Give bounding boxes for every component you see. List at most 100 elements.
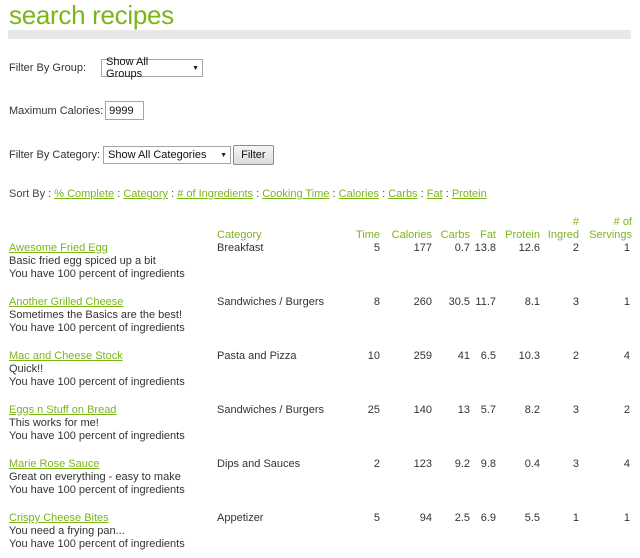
recipe-ingredient-percent: You have 100 percent of ingredients — [9, 430, 185, 442]
recipe-time: 5 — [373, 512, 380, 524]
column-header-fat: Fat — [480, 229, 496, 241]
sort-num-ingredients[interactable]: # of Ingredients — [177, 188, 253, 200]
calories-label: Maximum Calories: — [9, 104, 104, 117]
recipe-description: Basic fried egg spiced up a bit — [9, 255, 156, 267]
recipe-servings: 4 — [623, 350, 630, 362]
group-filter-label: Filter By Group: — [9, 62, 87, 74]
recipe-category: Appetizer — [217, 512, 264, 524]
column-header-servings-line2: Servings — [589, 229, 632, 241]
sort-separator: : — [171, 188, 175, 200]
recipe-protein: 8.2 — [524, 404, 540, 416]
sort-by-label: Sort By : — [9, 188, 52, 200]
recipe-ingredient-percent: You have 100 percent of ingredients — [9, 268, 185, 280]
recipe-fat: 6.5 — [480, 350, 496, 362]
recipe-name-link[interactable]: Crispy Cheese Bites — [9, 512, 109, 524]
group-select-value: Show All Groups — [106, 56, 149, 80]
sort-separator: : — [420, 188, 424, 200]
recipe-calories: 260 — [413, 296, 432, 308]
group-filter-row: Filter By Group: Show All Groups ▼ — [9, 56, 204, 80]
category-select[interactable]: Show All Categories ▼ — [103, 146, 232, 164]
recipe-row: Another Grilled Cheese Sometimes the Bas… — [9, 296, 634, 350]
recipe-carbs: 13 — [457, 404, 470, 416]
sort-separator: : — [256, 188, 260, 200]
recipe-ingredient-count: 3 — [572, 458, 579, 470]
recipe-calories: 259 — [413, 350, 432, 362]
page-title: search recipes — [9, 0, 174, 30]
recipe-row: Eggs n Stuff on Bread This works for me!… — [9, 404, 634, 458]
recipe-calories: 94 — [419, 512, 432, 524]
recipe-calories: 140 — [413, 404, 432, 416]
recipe-ingredient-count: 2 — [572, 350, 579, 362]
recipe-protein: 8.1 — [524, 296, 540, 308]
recipe-fat: 6.9 — [480, 512, 496, 524]
column-header-ingred-line1: # — [572, 216, 579, 228]
recipe-row: Mac and Cheese Stock Quick!! You have 10… — [9, 350, 634, 404]
category-filter-row: Filter By Category: Show All Categories … — [9, 145, 274, 165]
header-divider — [8, 30, 631, 39]
column-header-protein: Protein — [505, 229, 540, 241]
recipe-carbs: 30.5 — [448, 296, 470, 308]
recipe-fat: 9.8 — [480, 458, 496, 470]
sort-category[interactable]: Category — [123, 188, 168, 200]
recipe-calories: 177 — [413, 242, 432, 254]
sort-cooking-time[interactable]: Cooking Time — [262, 188, 329, 200]
recipe-category: Sandwiches / Burgers — [217, 296, 324, 308]
recipe-time: 8 — [373, 296, 380, 308]
recipe-calories: 123 — [413, 458, 432, 470]
recipe-ingredient-percent: You have 100 percent of ingredients — [9, 538, 185, 550]
sort-fat[interactable]: Fat — [427, 188, 443, 200]
category-filter-label: Filter By Category: — [9, 149, 101, 161]
recipe-ingredient-percent: You have 100 percent of ingredients — [9, 322, 185, 334]
recipe-time: 5 — [373, 242, 380, 254]
recipe-description: Sometimes the Basics are the best! — [9, 309, 183, 321]
recipe-fat: 11.7 — [475, 296, 496, 308]
recipe-carbs: 2.5 — [454, 512, 470, 524]
column-header-category: Category — [217, 229, 262, 241]
column-header-time: Time — [355, 229, 380, 241]
recipe-name-link[interactable]: Mac and Cheese Stock — [9, 350, 123, 362]
column-header-calories: Calories — [391, 229, 432, 241]
recipe-row: Marie Rose Sauce Great on everything - e… — [9, 458, 634, 512]
recipe-ingredient-percent: You have 100 percent of ingredients — [9, 376, 185, 388]
calories-filter-row: Maximum Calories: — [9, 101, 145, 120]
recipe-ingredient-percent: You have 100 percent of ingredients — [9, 484, 185, 496]
recipe-fat: 5.7 — [480, 404, 496, 416]
sort-percent-complete[interactable]: % Complete — [54, 188, 114, 200]
recipe-servings: 1 — [623, 512, 630, 524]
recipe-time: 25 — [367, 404, 380, 416]
group-select[interactable]: Show All Groups ▼ — [101, 56, 204, 80]
recipe-carbs: 0.7 — [454, 242, 470, 254]
recipe-category: Breakfast — [217, 242, 264, 254]
max-calories-input[interactable] — [105, 101, 145, 120]
recipe-protein: 0.4 — [524, 458, 540, 470]
recipe-name-link[interactable]: Awesome Fried Egg — [9, 242, 108, 254]
recipe-row: Crispy Cheese Bites You need a frying pa… — [9, 512, 634, 556]
sort-carbs[interactable]: Carbs — [388, 188, 417, 200]
recipe-ingredient-count: 3 — [572, 404, 579, 416]
sort-separator: : — [382, 188, 386, 200]
column-header-servings-line1: # of — [613, 216, 632, 228]
recipe-category: Pasta and Pizza — [217, 350, 297, 362]
recipe-name-link[interactable]: Eggs n Stuff on Bread — [9, 404, 116, 416]
sort-calories[interactable]: Calories — [339, 188, 379, 200]
recipe-carbs: 41 — [457, 350, 470, 362]
sort-separator: : — [332, 188, 336, 200]
recipe-protein: 10.3 — [518, 350, 540, 362]
recipe-description: Quick!! — [9, 363, 44, 375]
column-header-ingred-line2: Ingred — [547, 229, 579, 241]
recipe-name-link[interactable]: Another Grilled Cheese — [9, 296, 123, 308]
recipe-servings: 1 — [623, 242, 630, 254]
sort-protein[interactable]: Protein — [452, 188, 487, 200]
sort-by-bar: Sort By : % Complete : Category : # of I… — [9, 188, 487, 200]
filter-button[interactable]: Filter — [233, 145, 274, 165]
recipe-name-link[interactable]: Marie Rose Sauce — [9, 458, 100, 470]
recipe-category: Sandwiches / Burgers — [217, 404, 324, 416]
column-header-carbs: Carbs — [440, 229, 470, 241]
chevron-down-icon: ▼ — [220, 151, 228, 159]
chevron-down-icon: ▼ — [192, 64, 200, 72]
sort-separator: : — [445, 188, 449, 200]
recipe-ingredient-count: 2 — [572, 242, 579, 254]
category-select-value: Show All Categories — [108, 149, 207, 161]
recipe-time: 10 — [367, 350, 380, 362]
recipe-description: You need a frying pan... — [9, 525, 125, 537]
